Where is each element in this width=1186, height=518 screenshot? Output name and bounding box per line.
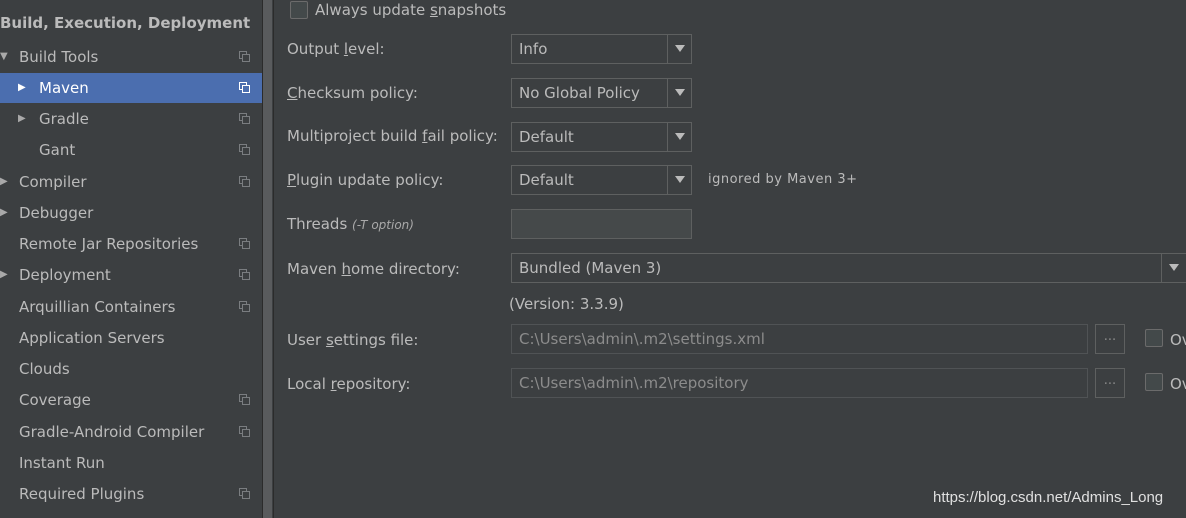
user-settings-value: C:\Users\admin\.m2\settings.xml — [519, 330, 765, 348]
user-settings-override-checkbox[interactable] — [1145, 329, 1163, 347]
tree-item-label: Instant Run — [19, 454, 105, 472]
maven-home-dropdown[interactable] — [1161, 254, 1185, 282]
settings-tree: Build, Execution, Deployment ▼ Build Tool… — [0, 0, 262, 518]
maven-home-combo[interactable]: Bundled (Maven 3) — [511, 253, 1186, 283]
project-settings-icon — [239, 51, 251, 63]
collapsed-arrow-icon[interactable]: ▶ — [0, 205, 12, 221]
tree-item-label: Gradle-Android Compiler — [19, 423, 205, 441]
project-settings-icon — [239, 394, 251, 406]
maven-home-value: Bundled (Maven 3) — [519, 259, 662, 277]
tree-item-application-servers[interactable]: Application Servers — [0, 323, 262, 353]
collapsed-arrow-icon[interactable]: ▶ — [0, 174, 12, 190]
watermark: https://blog.csdn.net/Admins_Long — [933, 489, 1164, 506]
plugin-update-policy-label: Plugin update policy: — [287, 171, 444, 189]
fail-policy-label: Multiproject build fail policy: — [287, 127, 498, 145]
project-settings-icon — [239, 238, 251, 250]
tree-item-label: Deployment — [19, 266, 111, 284]
output-level-dropdown[interactable] — [667, 35, 691, 63]
local-repository-label: Local repository: — [287, 375, 411, 393]
checksum-policy-value: No Global Policy — [519, 84, 640, 102]
local-repository-browse-button[interactable]: ... — [1095, 368, 1125, 398]
tree-item-required-plugins[interactable]: Required Plugins — [0, 479, 262, 509]
output-level-combo[interactable]: Info — [511, 34, 692, 64]
tree-item-label: Required Plugins — [19, 485, 145, 503]
chevron-down-icon — [1169, 264, 1179, 271]
expanded-arrow-icon[interactable]: ▼ — [0, 49, 12, 65]
maven-version: (Version: 3.3.9) — [509, 295, 624, 313]
tree-item-label: Compiler — [19, 173, 87, 191]
tree-item-coverage[interactable]: Coverage — [0, 385, 262, 415]
local-repository-override-checkbox[interactable] — [1145, 373, 1163, 391]
tree-item-label: Gant — [39, 141, 76, 159]
collapsed-arrow-icon[interactable]: ▶ — [0, 267, 12, 283]
plugin-update-policy-value: Default — [519, 171, 574, 189]
tree-item-label: Gradle — [39, 110, 89, 128]
chevron-down-icon — [675, 45, 685, 52]
project-settings-icon — [239, 426, 251, 438]
tree-item-maven[interactable]: ▶ Maven — [0, 73, 262, 103]
tree-item-compiler[interactable]: ▶ Compiler — [0, 167, 262, 197]
tree-item-label: Maven — [39, 79, 89, 97]
project-settings-icon — [239, 488, 251, 500]
chevron-down-icon — [675, 89, 685, 96]
output-level-value: Info — [519, 40, 548, 58]
chevron-down-icon — [675, 176, 685, 183]
project-settings-icon — [239, 113, 251, 125]
fail-policy-dropdown[interactable] — [667, 123, 691, 151]
tree-item-build-tools[interactable]: ▼ Build Tools — [0, 42, 262, 72]
local-repository-override-label[interactable]: Ov — [1170, 373, 1186, 395]
tree-item-label: Coverage — [19, 391, 91, 409]
plugin-update-policy-combo[interactable]: Default — [511, 165, 692, 195]
checksum-policy-dropdown[interactable] — [667, 79, 691, 107]
tree-item-gant[interactable]: Gant — [0, 135, 262, 165]
always-update-snapshots-checkbox[interactable] — [290, 1, 308, 19]
tree-item-label: Debugger — [19, 204, 94, 222]
project-settings-icon — [239, 82, 251, 94]
user-settings-label: User settings file: — [287, 331, 419, 349]
threads-label: Threads (-T option) — [287, 215, 414, 233]
maven-home-label: Maven home directory: — [287, 260, 460, 278]
tree-item-remote-jar-repositories[interactable]: Remote Jar Repositories — [0, 229, 262, 259]
tree-item-gradle-android-compiler[interactable]: Gradle-Android Compiler — [0, 417, 262, 447]
threads-option-hint: (-T option) — [352, 218, 414, 232]
section-title: Build, Execution, Deployment — [0, 14, 251, 32]
collapsed-arrow-icon[interactable]: ▶ — [18, 111, 30, 127]
panel-divider — [273, 0, 274, 518]
collapsed-arrow-icon[interactable]: ▶ — [18, 80, 30, 96]
tree-scrollbar-thumb[interactable] — [263, 0, 272, 518]
tree-item-arquillian-containers[interactable]: Arquillian Containers — [0, 292, 262, 322]
fail-policy-value: Default — [519, 128, 574, 146]
user-settings-browse-button[interactable]: ... — [1095, 324, 1125, 354]
project-settings-icon — [239, 144, 251, 156]
output-level-label: Output level: — [287, 40, 385, 58]
checksum-policy-label: Checksum policy: — [287, 84, 418, 102]
tree-item-clouds[interactable]: Clouds — [0, 354, 262, 384]
fail-policy-combo[interactable]: Default — [511, 122, 692, 152]
tree-item-instant-run[interactable]: Instant Run — [0, 448, 262, 478]
maven-settings-window: Build, Execution, Deployment ▼ Build Tool… — [0, 0, 1186, 518]
checksum-policy-combo[interactable]: No Global Policy — [511, 78, 692, 108]
tree-item-deployment[interactable]: ▶ Deployment — [0, 260, 262, 290]
tree-item-label: Remote Jar Repositories — [19, 235, 199, 253]
tree-item-label: Arquillian Containers — [19, 298, 176, 316]
project-settings-icon — [239, 269, 251, 281]
user-settings-override-label[interactable]: Ov — [1170, 329, 1186, 351]
always-update-snapshots-label[interactable]: Always update snapshots — [315, 0, 506, 21]
project-settings-icon — [239, 176, 251, 188]
tree-item-label: Application Servers — [19, 329, 165, 347]
local-repository-field[interactable]: C:\Users\admin\.m2\repository — [511, 368, 1088, 398]
threads-input[interactable] — [511, 209, 692, 239]
chevron-down-icon — [675, 133, 685, 140]
local-repository-value: C:\Users\admin\.m2\repository — [519, 374, 749, 392]
tree-item-label: Clouds — [19, 360, 70, 378]
plugin-update-policy-dropdown[interactable] — [667, 166, 691, 194]
plugin-update-policy-hint: ignored by Maven 3+ — [708, 172, 858, 187]
user-settings-field[interactable]: C:\Users\admin\.m2\settings.xml — [511, 324, 1088, 354]
tree-item-gradle[interactable]: ▶ Gradle — [0, 104, 262, 134]
project-settings-icon — [239, 301, 251, 313]
tree-item-debugger[interactable]: ▶ Debugger — [0, 198, 262, 228]
tree-item-label: Build Tools — [19, 48, 99, 66]
